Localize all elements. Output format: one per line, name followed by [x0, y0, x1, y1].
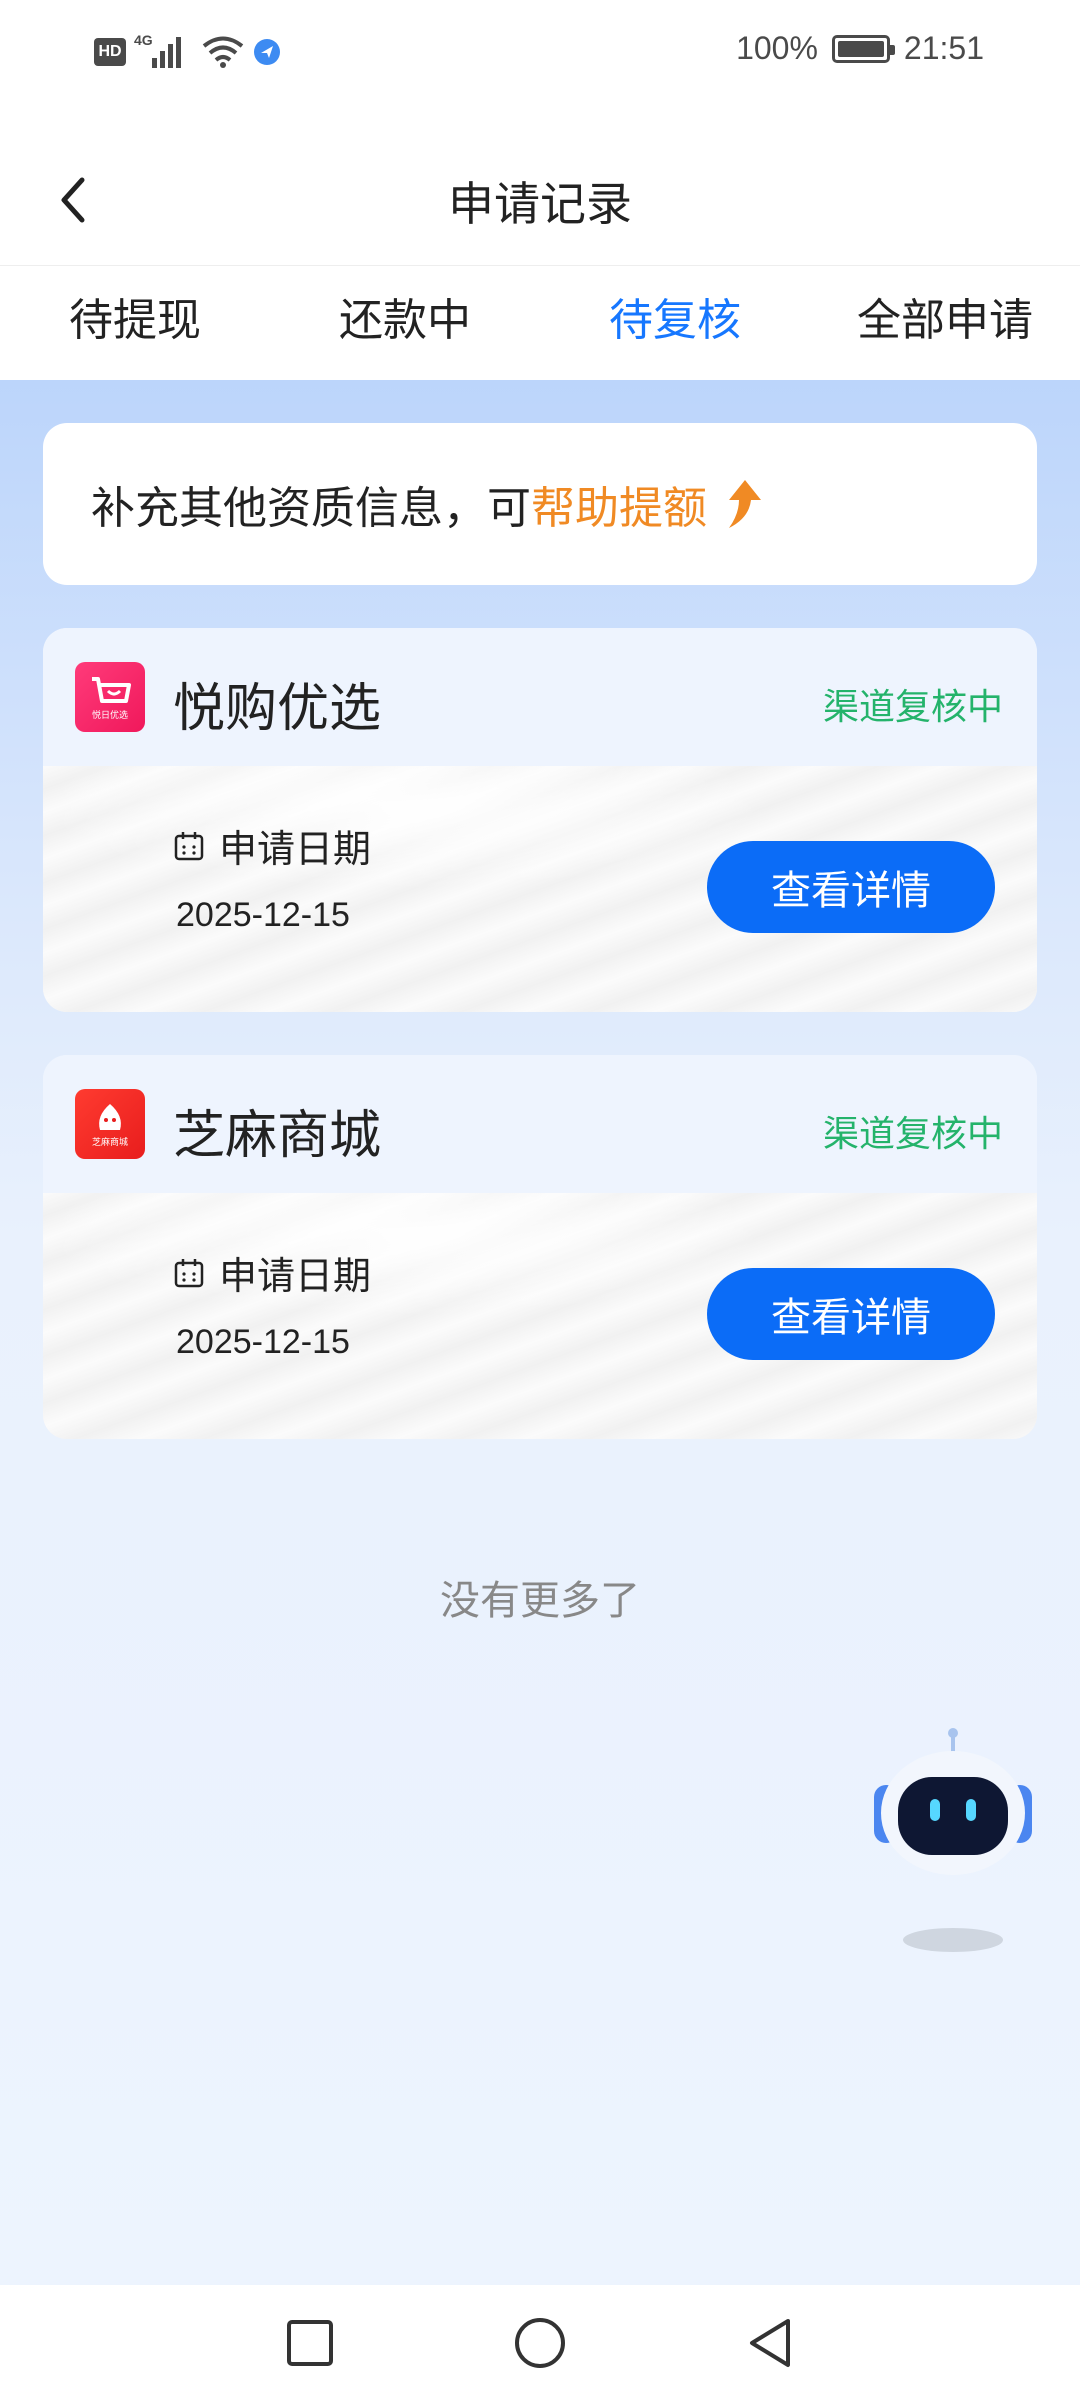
- date-label: 申请日期: [219, 1254, 372, 1298]
- arrow-up-icon: [729, 480, 761, 528]
- app-header: 申请记录: [0, 150, 1080, 265]
- page-title: 申请记录: [448, 177, 632, 231]
- cart-icon: 悦日优选: [92, 677, 131, 721]
- svg-text:悦日优选: 悦日优选: [92, 709, 128, 721]
- status-right: 100% 21:51: [736, 30, 984, 67]
- signal-icon: 4G: [134, 32, 194, 72]
- home-button[interactable]: [510, 2313, 570, 2373]
- app-logo: 芝麻商城: [75, 1089, 145, 1159]
- svg-text:芝麻商城: 芝麻商城: [92, 1136, 128, 1148]
- card-header: 芝麻商城 芝麻商城 渠道复核中: [43, 1055, 1037, 1193]
- triangle-back-icon: [750, 2319, 790, 2367]
- system-nav-bar: [0, 2285, 1080, 2400]
- app-name: 芝麻商城: [173, 1106, 382, 1166]
- date-label-row: 申请日期: [173, 818, 371, 873]
- robot-icon: [874, 1728, 1032, 1952]
- status-left: HD 4G: [94, 32, 282, 72]
- status-badge: 渠道复核中: [822, 687, 1003, 728]
- wifi-icon: [202, 36, 244, 68]
- location-icon: [254, 39, 280, 65]
- battery-icon: [831, 34, 895, 63]
- tab-bar: 待提现 还款中 待复核 全部申请: [0, 265, 1080, 380]
- tab-repaying[interactable]: 还款中: [270, 266, 540, 380]
- recents-button[interactable]: [280, 2313, 340, 2373]
- view-details-button[interactable]: 查看详情: [707, 841, 995, 933]
- network-type: 4G: [134, 32, 153, 48]
- application-card: 悦日优选 悦购优选 渠道复核中 申请日期 2025-12-15 查看详情: [43, 628, 1037, 1012]
- tab-pending-withdrawal[interactable]: 待提现: [0, 266, 270, 380]
- hd-icon: HD: [94, 38, 126, 66]
- back-nav-button[interactable]: [740, 2313, 800, 2373]
- date-label: 申请日期: [219, 827, 372, 871]
- date-label-row: 申请日期: [173, 1245, 371, 1300]
- assistant-robot-button[interactable]: [868, 1725, 1038, 1955]
- card-body: 申请日期 2025-12-15 查看详情: [43, 1193, 1037, 1439]
- application-date: 2025-12-15: [176, 1323, 350, 1361]
- tab-all-applications[interactable]: 全部申请: [810, 266, 1080, 380]
- tab-pending-review[interactable]: 待复核: [540, 266, 810, 380]
- app-logo: 悦日优选: [75, 662, 145, 732]
- view-details-button[interactable]: 查看详情: [707, 1268, 995, 1360]
- application-card: 芝麻商城 芝麻商城 渠道复核中 申请日期 2025-12-15 查看详情: [43, 1055, 1037, 1439]
- card-body: 申请日期 2025-12-15 查看详情: [43, 766, 1037, 1012]
- battery-percent: 100%: [736, 30, 818, 66]
- card-header: 悦日优选 悦购优选 渠道复核中: [43, 628, 1037, 766]
- content-area: 补充其他资质信息，可 帮助提额 悦日优选 悦购优选 渠道复核中 申请日期 202…: [0, 380, 1080, 2285]
- status-bar: HD 4G 100% 21:51: [0, 0, 1080, 110]
- app-name: 悦购优选: [173, 679, 382, 739]
- calendar-icon: [174, 831, 204, 860]
- promo-highlight: 帮助提额: [531, 483, 707, 534]
- circle-icon: [515, 2318, 565, 2368]
- clock: 21:51: [903, 30, 984, 66]
- no-more-text: 没有更多了: [440, 1578, 640, 1624]
- square-icon: [287, 2320, 333, 2366]
- application-date: 2025-12-15: [176, 896, 350, 934]
- promo-banner[interactable]: 补充其他资质信息，可 帮助提额: [43, 423, 1037, 585]
- promo-text: 补充其他资质信息，可: [91, 483, 531, 534]
- calendar-icon: [174, 1258, 204, 1287]
- sesame-mascot-icon: 芝麻商城: [92, 1104, 128, 1148]
- status-badge: 渠道复核中: [822, 1114, 1003, 1155]
